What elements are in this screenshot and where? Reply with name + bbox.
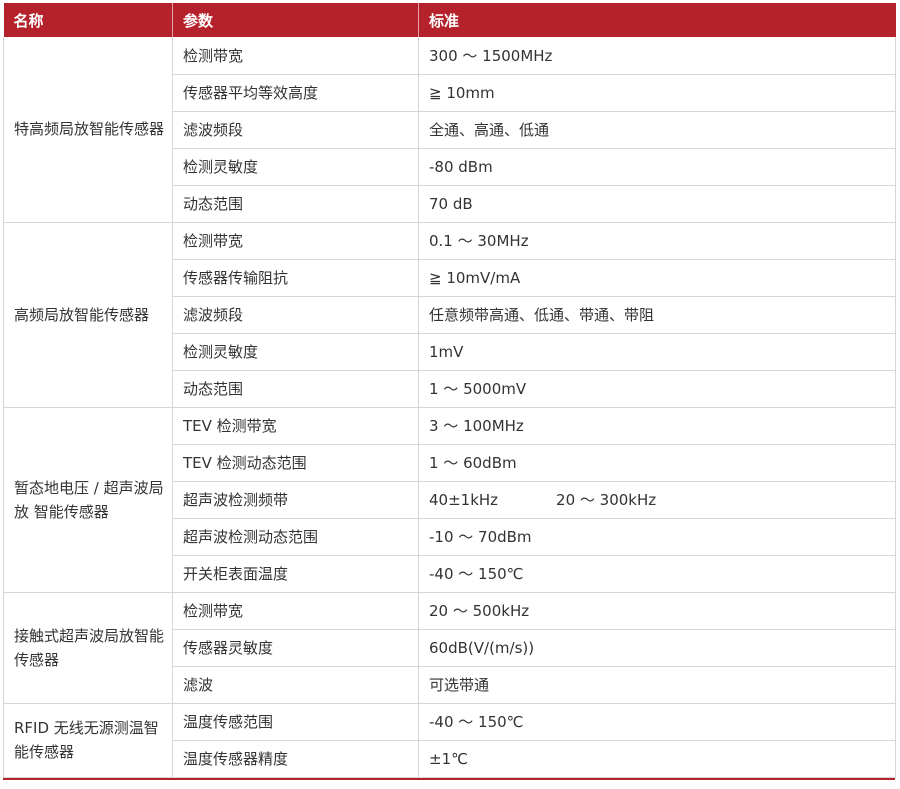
- standard-cell: 1 ～ 5000mV: [418, 369, 896, 408]
- spec-table-container: 名称 参数 标准 特高频局放智能传感器 检测带宽 300 ～ 1500MHz 传…: [3, 3, 896, 780]
- standard-cell: ±1℃: [418, 739, 896, 778]
- standard-cell: 可选带通: [418, 665, 896, 704]
- standard-cell: 任意频带高通、低通、带通、带阻: [418, 295, 896, 334]
- param-cell: TEV 检测带宽: [172, 406, 419, 445]
- table-row: 高频局放智能传感器 检测带宽 0.1 ～ 30MHz: [3, 221, 896, 408]
- param-cell: 传感器平均等效高度: [172, 73, 419, 112]
- param-cell: 滤波频段: [172, 110, 419, 149]
- standard-cell: 60dB(V/(m/s)): [418, 628, 896, 667]
- spec-table: 名称 参数 标准 特高频局放智能传感器 检测带宽 300 ～ 1500MHz 传…: [3, 3, 896, 778]
- standard-cell: 1 ～ 60dBm: [418, 443, 896, 482]
- param-cell: 开关柜表面温度: [172, 554, 419, 593]
- param-cell: 超声波检测频带: [172, 480, 419, 519]
- standard-cell: 3 ～ 100MHz: [418, 406, 896, 445]
- table-header-row: 名称 参数 标准: [3, 3, 896, 37]
- group-name-hf: 高频局放智能传感器: [3, 221, 173, 408]
- standard-value-a: 40±1kHz: [429, 491, 499, 509]
- table-bottom-rule: [3, 777, 895, 780]
- param-cell: 滤波频段: [172, 295, 419, 334]
- standard-cell: 20 ～ 500kHz: [418, 591, 896, 630]
- group-name-tev-ultrasonic: 暂态地电压 / 超声波局放 智能传感器: [3, 406, 173, 593]
- group-name-contact-ultrasonic: 接触式超声波局放智能传感器: [3, 591, 173, 704]
- param-cell: TEV 检测动态范围: [172, 443, 419, 482]
- standard-cell: ≧ 10mV/mA: [418, 258, 896, 297]
- standard-cell: 70 dB: [418, 184, 896, 223]
- header-standard: 标准: [418, 3, 896, 37]
- standard-value-b: 20 ～ 300kHz: [556, 491, 657, 509]
- param-cell: 温度传感器精度: [172, 739, 419, 778]
- param-cell: 温度传感范围: [172, 702, 419, 741]
- group-name-uhf: 特高频局放智能传感器: [3, 37, 173, 223]
- table-row: RFID 无线无源测温智能传感器 温度传感范围 -40 ～ 150℃: [3, 702, 896, 778]
- group-name-rfid: RFID 无线无源测温智能传感器: [3, 702, 173, 778]
- standard-cell: -40 ～ 150℃: [418, 702, 896, 741]
- standard-cell: 全通、高通、低通: [418, 110, 896, 149]
- param-cell: 检测带宽: [172, 37, 419, 75]
- header-param: 参数: [172, 3, 419, 37]
- standard-cell: 0.1 ～ 30MHz: [418, 221, 896, 260]
- param-cell: 滤波: [172, 665, 419, 704]
- table-row: 接触式超声波局放智能传感器 检测带宽 20 ～ 500kHz: [3, 591, 896, 704]
- standard-cell: 1mV: [418, 332, 896, 371]
- param-cell: 检测灵敏度: [172, 147, 419, 186]
- param-cell: 传感器灵敏度: [172, 628, 419, 667]
- param-cell: 动态范围: [172, 369, 419, 408]
- standard-cell: 40±1kHz 20 ～ 300kHz: [418, 480, 896, 519]
- standard-cell: -80 dBm: [418, 147, 896, 186]
- param-cell: 检测灵敏度: [172, 332, 419, 371]
- param-cell: 动态范围: [172, 184, 419, 223]
- param-cell: 超声波检测动态范围: [172, 517, 419, 556]
- param-cell: 检测带宽: [172, 591, 419, 630]
- param-cell: 传感器传输阻抗: [172, 258, 419, 297]
- standard-cell: -10 ～ 70dBm: [418, 517, 896, 556]
- standard-cell: ≧ 10mm: [418, 73, 896, 112]
- standard-cell: -40 ～ 150℃: [418, 554, 896, 593]
- header-name: 名称: [3, 3, 173, 37]
- param-cell: 检测带宽: [172, 221, 419, 260]
- table-row: 特高频局放智能传感器 检测带宽 300 ～ 1500MHz: [3, 37, 896, 223]
- standard-cell: 300 ～ 1500MHz: [418, 37, 896, 75]
- table-row: 暂态地电压 / 超声波局放 智能传感器 TEV 检测带宽 3 ～ 100MHz: [3, 406, 896, 593]
